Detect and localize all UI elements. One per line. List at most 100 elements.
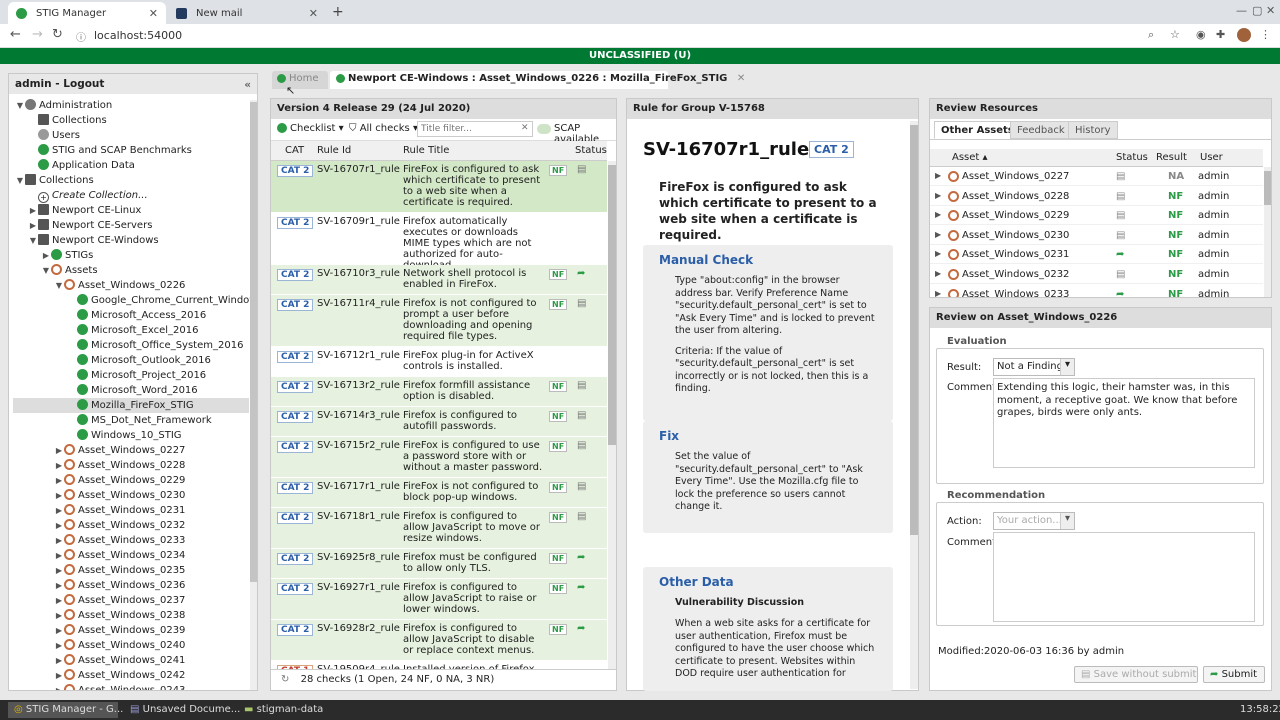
tree-item[interactable]: Microsoft_Outlook_2016 xyxy=(13,353,249,368)
collapsed-arrow-icon[interactable]: ▶ xyxy=(54,578,64,593)
tree-item[interactable]: ▶ Asset_Windows_0235 xyxy=(13,563,249,578)
tree-item[interactable]: ▶ Asset_Windows_0241 xyxy=(13,653,249,668)
resources-scrollbar-thumb[interactable] xyxy=(1264,171,1271,205)
other-asset-row[interactable]: ▶ Asset_Windows_0231 ➦ NF admin xyxy=(930,245,1263,265)
reload-icon[interactable]: ↻ xyxy=(52,27,63,42)
collapsed-arrow-icon[interactable]: ▶ xyxy=(54,638,64,653)
col-status[interactable]: Status xyxy=(575,145,607,156)
checklist-row[interactable]: CAT 2 SV-16713r2_rule Firefox formfill ass… xyxy=(271,377,607,407)
all-checks-button[interactable]: ⛉ All checks ▾ xyxy=(349,123,418,134)
expand-row-icon[interactable]: ▶ xyxy=(935,171,941,180)
bookmark-star-icon[interactable]: ☆ xyxy=(1170,28,1180,41)
tab-asset-stig[interactable]: Newport CE-Windows : Asset_Windows_0226 … xyxy=(330,71,745,89)
refresh-icon[interactable]: ↻ xyxy=(281,674,289,685)
expand-row-icon[interactable]: ▶ xyxy=(935,249,941,258)
checklist-row[interactable]: CAT 2 SV-16925r8_rule Firefox must be conf… xyxy=(271,549,607,579)
save-without-submitting-button[interactable]: ▤ Save without submitting xyxy=(1074,666,1198,683)
checklist-row[interactable]: CAT 2 SV-16927r1_rule Firefox is configure… xyxy=(271,579,607,620)
maximize-icon[interactable]: ▢ xyxy=(1252,4,1262,17)
other-asset-row[interactable]: ▶ Asset_Windows_0233 ➦ NF admin xyxy=(930,285,1263,297)
tree-item[interactable]: ▶ Newport CE-Servers xyxy=(13,218,249,233)
taskbar-item-stigman-data[interactable]: ▬ stigman-data xyxy=(238,702,338,718)
collapsed-arrow-icon[interactable]: ▶ xyxy=(28,203,38,218)
expand-row-icon[interactable]: ▶ xyxy=(935,230,941,239)
collapsed-arrow-icon[interactable]: ▶ xyxy=(54,653,64,668)
checklist-row[interactable]: CAT 2 SV-16709r1_rule Firefox automaticall… xyxy=(271,213,607,271)
col-asset[interactable]: Asset ▴ xyxy=(952,152,988,163)
collapsed-arrow-icon[interactable]: ▶ xyxy=(54,473,64,488)
action-select[interactable]: Your action... ▾ xyxy=(993,512,1075,530)
tree-item[interactable]: STIG and SCAP Benchmarks xyxy=(13,143,249,158)
expand-row-icon[interactable]: ▶ xyxy=(935,269,941,278)
tree-item[interactable]: ▶ Asset_Windows_0227 xyxy=(13,443,249,458)
expand-row-icon[interactable]: ▶ xyxy=(935,191,941,200)
puzzle-extensions-icon[interactable]: ✚ xyxy=(1216,28,1225,41)
checklist-scrollbar-thumb[interactable] xyxy=(608,165,616,445)
collapsed-arrow-icon[interactable]: ▶ xyxy=(54,608,64,623)
checklist-menu-button[interactable]: Checklist ▾ xyxy=(277,123,344,134)
col-rule-title[interactable]: Rule Title xyxy=(403,145,449,156)
expanded-arrow-icon[interactable]: ▼ xyxy=(41,263,51,278)
tree-item[interactable]: ▼ Collections xyxy=(13,173,249,188)
collapsed-arrow-icon[interactable]: ▶ xyxy=(54,488,64,503)
tree-item[interactable]: Windows_10_STIG xyxy=(13,428,249,443)
collapsed-arrow-icon[interactable]: ▶ xyxy=(54,443,64,458)
tree-item[interactable]: ▶ Asset_Windows_0234 xyxy=(13,548,249,563)
tree-item[interactable]: ▶ STIGs xyxy=(13,248,249,263)
other-asset-row[interactable]: ▶ Asset_Windows_0232 ▤ NF admin xyxy=(930,265,1263,284)
tree-item[interactable]: ▶ Newport CE-Linux xyxy=(13,203,249,218)
tree-item[interactable]: ▼ Administration xyxy=(13,98,249,113)
collapsed-arrow-icon[interactable]: ▶ xyxy=(28,218,38,233)
checklist-row[interactable]: CAT 2 SV-16717r1_rule FireFox is not confi… xyxy=(271,478,607,508)
close-tab-icon[interactable]: ✕ xyxy=(737,73,745,84)
collapse-panel-icon[interactable]: « xyxy=(244,78,251,92)
forward-icon[interactable]: → xyxy=(32,27,43,42)
tab-history[interactable]: History xyxy=(1068,121,1118,139)
tree-item[interactable]: Users xyxy=(13,128,249,143)
collapsed-arrow-icon[interactable]: ▶ xyxy=(54,563,64,578)
recommendation-comment-textarea[interactable] xyxy=(993,532,1255,622)
new-tab-icon[interactable]: + xyxy=(332,4,344,20)
other-asset-row[interactable]: ▶ Asset_Windows_0227 ▤ NA admin xyxy=(930,167,1263,186)
logout-link[interactable]: admin - Logout xyxy=(15,78,104,90)
browser-tab-stig-manager[interactable]: STIG Manager ✕ xyxy=(8,2,166,24)
checklist-row[interactable]: CAT 2 SV-16928r2_rule Firefox is configure… xyxy=(271,620,607,661)
expanded-arrow-icon[interactable]: ▼ xyxy=(28,233,38,248)
extension-icon[interactable]: ◉ xyxy=(1196,28,1206,41)
tree-item[interactable]: Google_Chrome_Current_Windows xyxy=(13,293,253,308)
tab-feedback[interactable]: Feedback xyxy=(1010,121,1072,139)
nav-scrollbar-thumb[interactable] xyxy=(250,102,257,582)
tree-item[interactable]: ▶ Asset_Windows_0242 xyxy=(13,668,249,683)
collapsed-arrow-icon[interactable]: ▶ xyxy=(54,503,64,518)
checklist-row[interactable]: CAT 2 SV-16710r3_rule Network shell protoc… xyxy=(271,265,607,295)
tree-item[interactable]: Microsoft_Excel_2016 xyxy=(13,323,249,338)
close-tab-icon[interactable]: ✕ xyxy=(149,7,158,20)
result-select[interactable]: Not a Finding ▾ xyxy=(993,358,1075,376)
url-field[interactable]: localhost:54000 xyxy=(94,29,182,42)
col-result[interactable]: Result xyxy=(1156,152,1187,163)
collapsed-arrow-icon[interactable]: ▶ xyxy=(54,548,64,563)
expand-row-icon[interactable]: ▶ xyxy=(935,210,941,219)
scap-toggle[interactable] xyxy=(537,124,551,134)
tree-item[interactable]: ▼ Newport CE-Windows xyxy=(13,233,249,248)
checklist-row[interactable]: CAT 2 SV-16712r1_rule FireFox plug-in for … xyxy=(271,347,607,377)
title-filter-input[interactable] xyxy=(417,121,533,137)
other-asset-row[interactable]: ▶ Asset_Windows_0228 ▤ NF admin xyxy=(930,187,1263,206)
tree-item[interactable]: ▶ Asset_Windows_0229 xyxy=(13,473,249,488)
browser-menu-icon[interactable]: ⋮ xyxy=(1260,28,1271,41)
checklist-row[interactable]: CAT 2 SV-16715r2_rule FireFox is configure… xyxy=(271,437,607,478)
tree-item[interactable]: Mozilla_FireFox_STIG xyxy=(13,398,249,413)
comment-textarea[interactable]: Extending this logic, their hamster was,… xyxy=(993,378,1255,468)
profile-avatar[interactable] xyxy=(1237,28,1251,42)
tree-item[interactable]: ▼ Asset_Windows_0226 xyxy=(13,278,249,293)
tree-item[interactable]: Microsoft_Project_2016 xyxy=(13,368,249,383)
tab-home[interactable]: Home xyxy=(272,71,328,89)
other-asset-row[interactable]: ▶ Asset_Windows_0230 ▤ NF admin xyxy=(930,226,1263,245)
collapsed-arrow-icon[interactable]: ▶ xyxy=(54,533,64,548)
col-user[interactable]: User xyxy=(1200,152,1223,163)
col-rule-id[interactable]: Rule Id xyxy=(317,145,351,156)
expand-row-icon[interactable]: ▶ xyxy=(935,289,941,297)
tree-item[interactable]: MS_Dot_Net_Framework xyxy=(13,413,249,428)
submit-button[interactable]: ➦ Submit xyxy=(1203,666,1265,683)
collapsed-arrow-icon[interactable]: ▶ xyxy=(41,248,51,263)
